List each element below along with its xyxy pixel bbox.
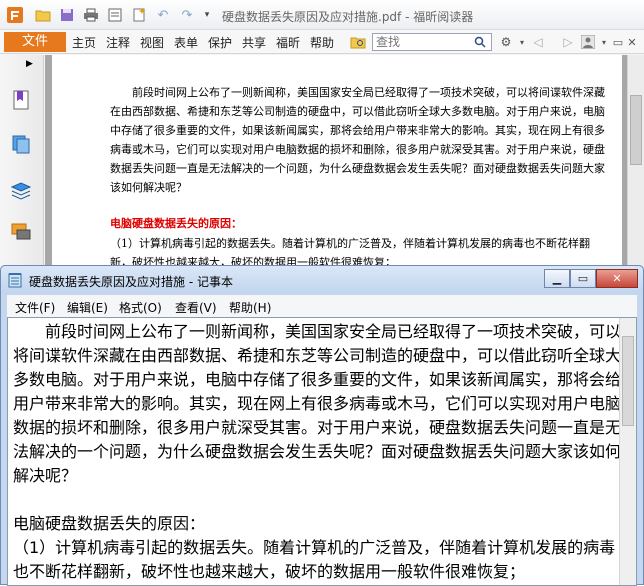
- notepad-scroll-thumb[interactable]: [622, 336, 634, 426]
- notepad-app-icon: [7, 272, 23, 288]
- close-icon: ✕: [612, 272, 622, 285]
- print-icon[interactable]: [82, 6, 100, 24]
- menu-file[interactable]: 文件(F): [15, 299, 55, 316]
- tab-comment[interactable]: 注释: [106, 34, 130, 51]
- redo-icon[interactable]: ↷: [178, 6, 196, 24]
- previous-icon[interactable]: ◁: [530, 34, 546, 50]
- maximize-button[interactable]: ▭: [570, 269, 596, 288]
- close-button[interactable]: ✕: [596, 269, 638, 288]
- sidebar-expand-icon[interactable]: ▶: [26, 59, 33, 69]
- foxit-logo-icon: [6, 6, 24, 24]
- search-icon[interactable]: [474, 36, 488, 50]
- tab-file[interactable]: 文件: [4, 32, 66, 52]
- user-avatar-icon[interactable]: [580, 34, 596, 50]
- menu-edit[interactable]: 编辑(E): [67, 299, 108, 316]
- menu-view[interactable]: 查看(V): [175, 299, 217, 316]
- new-icon[interactable]: [130, 6, 148, 24]
- quick-access-dropdown-icon[interactable]: ▾: [198, 6, 216, 24]
- notepad-titlebar[interactable]: 硬盘数据丢失原因及应对措施 - 记事本 ▁ ▭ ✕: [1, 266, 643, 294]
- foxit-titlebar: ↶ ↷ ▾ 硬盘数据丢失原因及应对措施.pdf - 福昕阅读器: [0, 0, 644, 30]
- foxit-window-title: 硬盘数据丢失原因及应对措施.pdf - 福昕阅读器: [222, 10, 474, 24]
- tab-home[interactable]: 主页: [72, 34, 96, 51]
- pages-icon[interactable]: [10, 133, 32, 155]
- minimize-icon: ▁: [552, 272, 562, 285]
- notepad-content[interactable]: 前段时间网上公布了一则新闻称，美国国家安全局已经取得了一项技术突破，可以将间谍软…: [13, 320, 625, 584]
- foxit-ribbon-tabs: 文件 主页 注释 视图 表单 保护 共享 福昕 帮助 ⚙ ▾ ◁ ▷ ▾ ▭ ✕: [0, 30, 644, 54]
- foxit-navigation-sidebar: ▶: [0, 55, 44, 272]
- save-icon[interactable]: [58, 6, 76, 24]
- ribbon-close-icon[interactable]: ✕: [624, 34, 640, 50]
- notepad-vertical-scrollbar[interactable]: [619, 318, 636, 585]
- tab-share[interactable]: 共享: [242, 34, 266, 51]
- tab-foxit[interactable]: 福昕: [276, 34, 300, 51]
- pdf-vertical-scrollbar[interactable]: [627, 55, 644, 272]
- minimize-button[interactable]: ▁: [544, 269, 570, 288]
- find-folder-icon[interactable]: [350, 34, 366, 50]
- maximize-icon: ▭: [577, 272, 589, 285]
- bookmark-icon[interactable]: [10, 89, 32, 111]
- notepad-window: 硬盘数据丢失原因及应对措施 - 记事本 ▁ ▭ ✕ 文件(F) 编辑(E) 格式…: [0, 265, 644, 586]
- tab-protect[interactable]: 保护: [208, 34, 232, 51]
- notepad-window-title: 硬盘数据丢失原因及应对措施 - 记事本: [29, 275, 233, 289]
- menu-help[interactable]: 帮助(H): [229, 299, 271, 316]
- gear-dropdown-icon[interactable]: ▾: [514, 34, 530, 50]
- pdf-document-area[interactable]: 前段时间网上公布了一则新闻称，美国国家安全局已经取得了一项技术突破，可以将间谍软…: [45, 55, 627, 272]
- tab-help[interactable]: 帮助: [310, 34, 334, 51]
- tab-view[interactable]: 视图: [140, 34, 164, 51]
- notepad-text-area[interactable]: 前段时间网上公布了一则新闻称，美国国家安全局已经取得了一项技术突破，可以将间谍软…: [7, 317, 637, 586]
- properties-icon[interactable]: [106, 6, 124, 24]
- gear-icon[interactable]: ⚙: [498, 34, 514, 50]
- pdf-page: 前段时间网上公布了一则新闻称，美国国家安全局已经取得了一项技术突破，可以将间谍软…: [52, 55, 622, 272]
- notepad-menubar: 文件(F) 编辑(E) 格式(O) 查看(V) 帮助(H): [7, 295, 637, 317]
- layers-icon[interactable]: [10, 179, 32, 201]
- pdf-scroll-thumb[interactable]: [630, 95, 642, 165]
- foxit-reader-window: ↶ ↷ ▾ 硬盘数据丢失原因及应对措施.pdf - 福昕阅读器 文件 主页 注释…: [0, 0, 644, 272]
- pdf-paragraph: 前段时间网上公布了一则新闻称，美国国家安全局已经取得了一项技术突破，可以将间谍软…: [110, 86, 605, 194]
- tab-form[interactable]: 表单: [174, 34, 198, 51]
- open-folder-icon[interactable]: [34, 6, 52, 24]
- menu-format[interactable]: 格式(O): [119, 299, 162, 316]
- undo-icon[interactable]: ↶: [154, 6, 172, 24]
- comments-icon[interactable]: [10, 221, 32, 243]
- pdf-heading: 电脑硬盘数据丢失的原因：: [110, 217, 242, 230]
- next-icon[interactable]: ▷: [560, 34, 576, 50]
